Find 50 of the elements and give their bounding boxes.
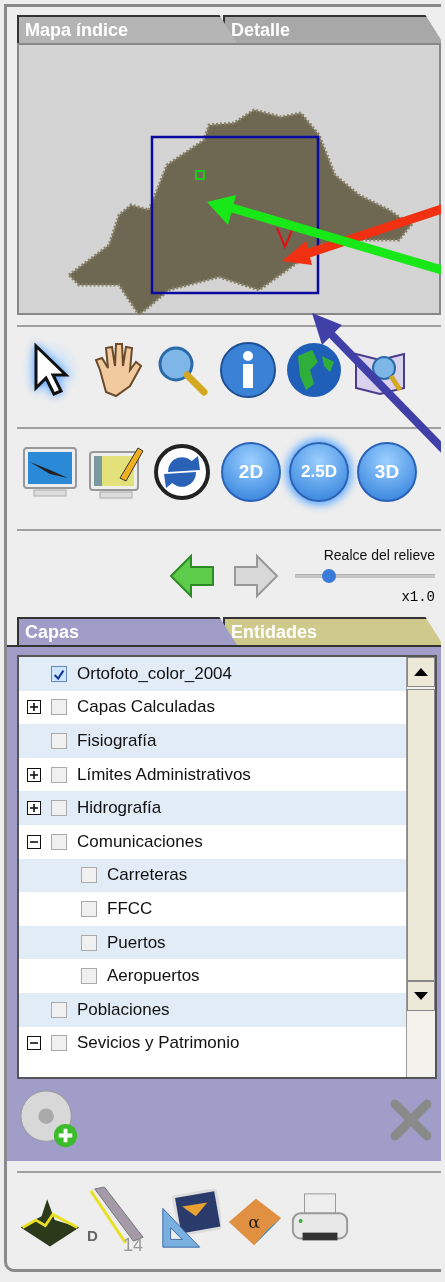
layer-checkbox[interactable] xyxy=(81,968,97,985)
ruler-label: D xyxy=(87,1227,98,1244)
layer-checkbox[interactable] xyxy=(51,800,67,817)
slider-thumb[interactable] xyxy=(321,569,336,583)
layer-checkbox[interactable] xyxy=(51,766,67,783)
layer-row[interactable]: Ortofoto_color_2004 xyxy=(19,657,406,691)
layer-row[interactable]: Carreteras xyxy=(19,858,406,893)
layer-name: Fisiografía xyxy=(77,731,157,751)
layer-row[interactable]: Fisiografía xyxy=(19,724,406,758)
layer-checkbox[interactable] xyxy=(81,900,97,917)
layer-checkbox[interactable] xyxy=(51,1035,67,1052)
layer-name: Aeropuertos xyxy=(107,966,200,987)
layer-checkbox[interactable] xyxy=(51,665,67,682)
collapse-icon[interactable] xyxy=(27,834,41,849)
layer-name: FFCC xyxy=(107,898,153,919)
expand-icon[interactable] xyxy=(27,700,41,715)
layer-checkbox[interactable] xyxy=(51,699,67,716)
layer-row[interactable]: Poblaciones xyxy=(19,992,406,1027)
layer-name: Sevicios y Patrimonio xyxy=(77,1033,240,1054)
info-icon[interactable] xyxy=(217,339,279,401)
scrollbar[interactable] xyxy=(406,657,435,1077)
layer-checkbox[interactable] xyxy=(81,934,97,951)
layer-row[interactable]: Hidrografía xyxy=(19,791,406,825)
expand-icon[interactable] xyxy=(27,767,41,782)
page-number: 14 xyxy=(123,1235,144,1256)
layer-name: Carreteras xyxy=(107,865,188,886)
relief-label: Realce del relieve xyxy=(323,547,435,563)
left-arrow-icon[interactable] xyxy=(167,551,217,601)
layer-name: Hidrografía xyxy=(77,798,162,819)
layer-name: Comunicaciones xyxy=(77,831,203,852)
expand-icon[interactable] xyxy=(27,801,41,816)
collapse-icon[interactable] xyxy=(27,1036,41,1051)
layer-name: Capas Calculadas xyxy=(77,697,215,718)
layer-checkbox[interactable] xyxy=(51,733,67,749)
scrollbar-thumb[interactable] xyxy=(407,689,435,981)
layer-name: Límites Administrativos xyxy=(77,764,251,785)
scroll-up-icon[interactable] xyxy=(407,657,435,687)
layer-row[interactable]: Puertos xyxy=(19,925,406,960)
viewpoint-mark xyxy=(276,227,293,250)
refresh-icon[interactable] xyxy=(151,441,213,503)
relief-value: x1.0 xyxy=(401,589,435,605)
layer-checkbox[interactable] xyxy=(51,1001,67,1018)
layer-checkbox[interactable] xyxy=(81,867,97,884)
layer-name: Ortofoto_color_2004 xyxy=(77,663,232,684)
layer-name: Poblaciones xyxy=(77,999,170,1020)
scroll-down-icon[interactable] xyxy=(407,981,435,1011)
location-marker xyxy=(195,170,205,180)
view-extent-rectangle[interactable] xyxy=(150,135,320,295)
layer-name: Puertos xyxy=(107,932,166,953)
layer-checkbox[interactable] xyxy=(51,833,67,850)
